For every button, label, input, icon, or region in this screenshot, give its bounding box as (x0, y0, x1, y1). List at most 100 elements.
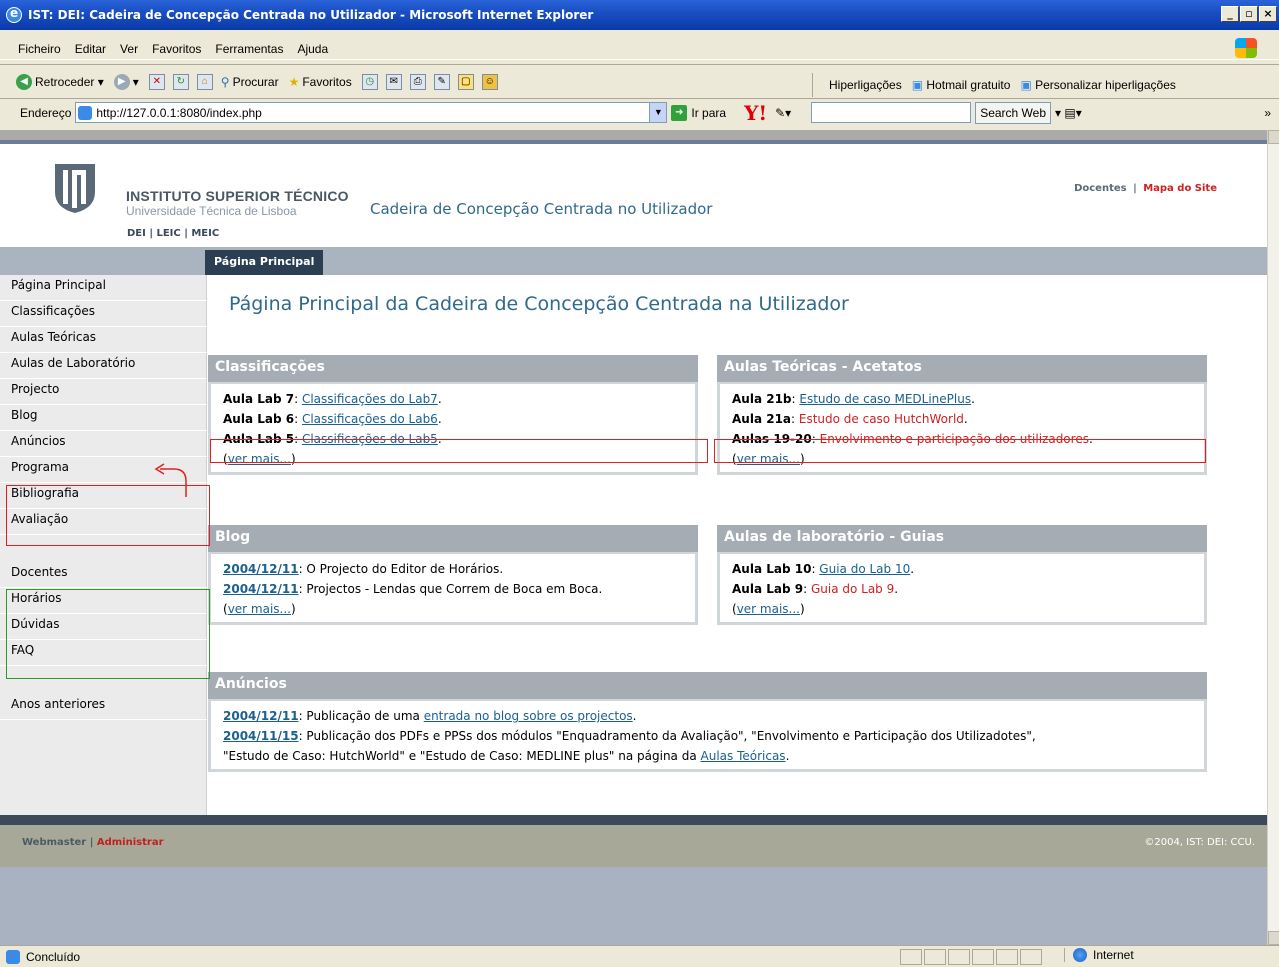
go-button[interactable]: ➜ Ir para (671, 104, 726, 121)
sidebar-item-anos-anteriores[interactable]: Anos anteriores (0, 694, 207, 720)
list-item: Aula Lab 9: Guia do Lab 9. (732, 582, 899, 596)
ie-icon (6, 6, 22, 23)
nav-bar: Página Principal (0, 247, 1267, 275)
links-bar: Hiperligações ▣ Hotmail gratuito ▣ Perso… (806, 73, 1176, 97)
chevron-down-icon[interactable]: ▼ (649, 103, 667, 122)
menu-ver[interactable]: Ver (120, 42, 138, 56)
inst-name: INSTITUTO SUPERIOR TÉCNICO (126, 188, 349, 204)
curved-arrow-icon (154, 463, 187, 497)
list-item: Aula Lab 7: Classificações do Lab7. (223, 392, 442, 406)
sidebar-item-blog[interactable]: Blog (0, 405, 207, 431)
window-title: IST: DEI: Cadeira de Concepção Centrada … (28, 8, 594, 22)
yahoo-search-input[interactable] (811, 102, 972, 123)
highlight-box (6, 589, 210, 679)
close-button[interactable]: × (1259, 6, 1277, 22)
windows-logo-icon (1235, 38, 1257, 58)
scroll-down-icon[interactable] (1268, 931, 1279, 945)
dept-links[interactable]: DEI | LEIC | MEIC (127, 228, 219, 239)
globe-icon (1073, 948, 1087, 962)
status-bar: Concluído Internet (0, 945, 1279, 967)
university-name: Universidade Técnica de Lisboa (126, 204, 297, 218)
ver-mais-link[interactable]: ver mais... (737, 602, 800, 616)
minimize-button[interactable]: _ (1221, 6, 1239, 22)
menu-bar: Ficheiro Editar Ver Favoritos Ferramenta… (0, 38, 1279, 60)
back-arrow-icon: ◀ (16, 73, 32, 90)
page-icon: ▣ (1020, 78, 1032, 92)
sidebar-item-docentes[interactable]: Docentes (0, 562, 207, 588)
sidebar-item-aulas-laboratorio[interactable]: Aulas de Laboratório (0, 353, 207, 379)
sidebar-item-classificacoes[interactable]: Classificações (0, 301, 207, 327)
copyright: ©2004, IST: DEI: CCU. (1144, 837, 1255, 848)
blog-box: Blog 2004/12/11: O Projecto do Editor de… (208, 525, 698, 625)
list-item: Aula Lab 10: Guia do Lab 10. (732, 562, 915, 576)
menu-editar[interactable]: Editar (75, 42, 106, 56)
list-item: 2004/12/11: Projectos - Lendas que Corre… (223, 582, 603, 596)
box-title: Anúncios (208, 672, 1207, 699)
edit-icon[interactable]: ✎ (433, 73, 450, 90)
messenger-icon[interactable]: ☺ (481, 73, 498, 90)
list-item: Aula Lab 6: Classificações do Lab6. (223, 412, 442, 426)
highlight-box (714, 439, 1206, 463)
list-item: 2004/12/11: O Projecto do Editor de Horá… (223, 562, 504, 576)
site-map-link[interactable]: Mapa do Site (1143, 183, 1217, 194)
ist-logo (55, 164, 95, 213)
history-icon[interactable]: ◷ (361, 73, 378, 90)
search-button[interactable]: ⚲ Procurar (221, 75, 279, 89)
maximize-button[interactable]: ▫ (1240, 6, 1258, 22)
back-button[interactable]: ◀ Retroceder ▾ (16, 73, 104, 90)
box-title: Aulas de laboratório - Guias (717, 525, 1207, 552)
main-content: Página Principal da Cadeira de Concepção… (207, 275, 1267, 815)
search-icon: ⚲ (220, 74, 230, 89)
window-title-bar: IST: DEI: Cadeira de Concepção Centrada … (0, 0, 1279, 30)
links-label[interactable]: Hiperligações (829, 78, 902, 92)
chevron-down-icon[interactable]: ▾ ▤▾ (1055, 106, 1082, 120)
link-personalizar[interactable]: ▣ Personalizar hiperligações (1020, 78, 1175, 92)
address-input[interactable]: http://127.0.0.1:8080/index.php ▼ (75, 102, 668, 123)
address-url: http://127.0.0.1:8080/index.php (96, 105, 262, 120)
sidebar-item-aulas-teoricas[interactable]: Aulas Teóricas (0, 327, 207, 353)
list-item: Aula 21a: Estudo de caso HutchWorld. (732, 412, 968, 426)
menu-ajuda[interactable]: Ajuda (297, 42, 328, 56)
forward-button[interactable]: ▶ ▾ (113, 73, 139, 90)
refresh-icon[interactable]: ↻ (172, 73, 189, 90)
star-icon: ★ (288, 74, 300, 89)
favorites-button[interactable]: ★ Favoritos (289, 75, 352, 89)
page-viewport: INSTITUTO SUPERIOR TÉCNICO Universidade … (0, 130, 1267, 945)
site-footer: Webmaster | Administrar ©2004, IST: DEI:… (0, 815, 1267, 867)
home-icon[interactable]: ⌂ (196, 73, 213, 90)
vertical-scrollbar[interactable] (1267, 130, 1279, 945)
list-item: 2004/11/15: Publicação dos PDFs e PPSs d… (223, 729, 1036, 743)
stop-icon[interactable]: ✕ (148, 73, 165, 90)
sidebar-item-anuncios[interactable]: Anúncios (0, 431, 207, 457)
go-arrow-icon: ➜ (671, 104, 688, 121)
status-text: Concluído (26, 949, 81, 964)
menu-favoritos[interactable]: Favoritos (152, 42, 201, 56)
pencil-icon[interactable]: ✎▾ (775, 106, 791, 120)
menu-ferramentas[interactable]: Ferramentas (215, 42, 283, 56)
scroll-up-icon[interactable] (1268, 130, 1279, 144)
anuncios-box: Anúncios 2004/12/11: Publicação de uma e… (208, 672, 1207, 772)
tab-pagina-principal[interactable]: Página Principal (205, 250, 324, 275)
course-title: Cadeira de Concepção Centrada no Utiliza… (370, 200, 713, 218)
yahoo-logo[interactable]: Y! (744, 101, 767, 125)
ver-mais-link[interactable]: ver mais... (228, 602, 291, 616)
sidebar-item-projecto[interactable]: Projecto (0, 379, 207, 405)
docentes-link[interactable]: Docentes (1074, 183, 1127, 194)
administrar-link[interactable]: Administrar (97, 837, 164, 848)
page-icon (6, 949, 20, 964)
link-hotmail[interactable]: ▣ Hotmail gratuito (912, 78, 1011, 92)
sidebar-item-pagina-principal[interactable]: Página Principal (0, 275, 207, 301)
discuss-icon[interactable]: ▢ (457, 73, 474, 90)
search-web-button[interactable]: Search Web (975, 101, 1052, 124)
page-icon (78, 105, 93, 120)
print-icon[interactable]: ⎙ (409, 73, 426, 90)
address-label: Endereço (20, 105, 72, 120)
more-chevron-icon[interactable]: » (1264, 106, 1271, 120)
webmaster-link[interactable]: Webmaster (22, 837, 86, 848)
highlight-box (210, 439, 708, 463)
address-bar: Endereço http://127.0.0.1:8080/index.php… (0, 98, 1279, 126)
list-item: 2004/12/11: Publicação de uma entrada no… (223, 709, 637, 723)
box-title: Classificações (208, 355, 698, 382)
mail-icon[interactable]: ✉ (385, 73, 402, 90)
menu-ficheiro[interactable]: Ficheiro (18, 42, 61, 56)
